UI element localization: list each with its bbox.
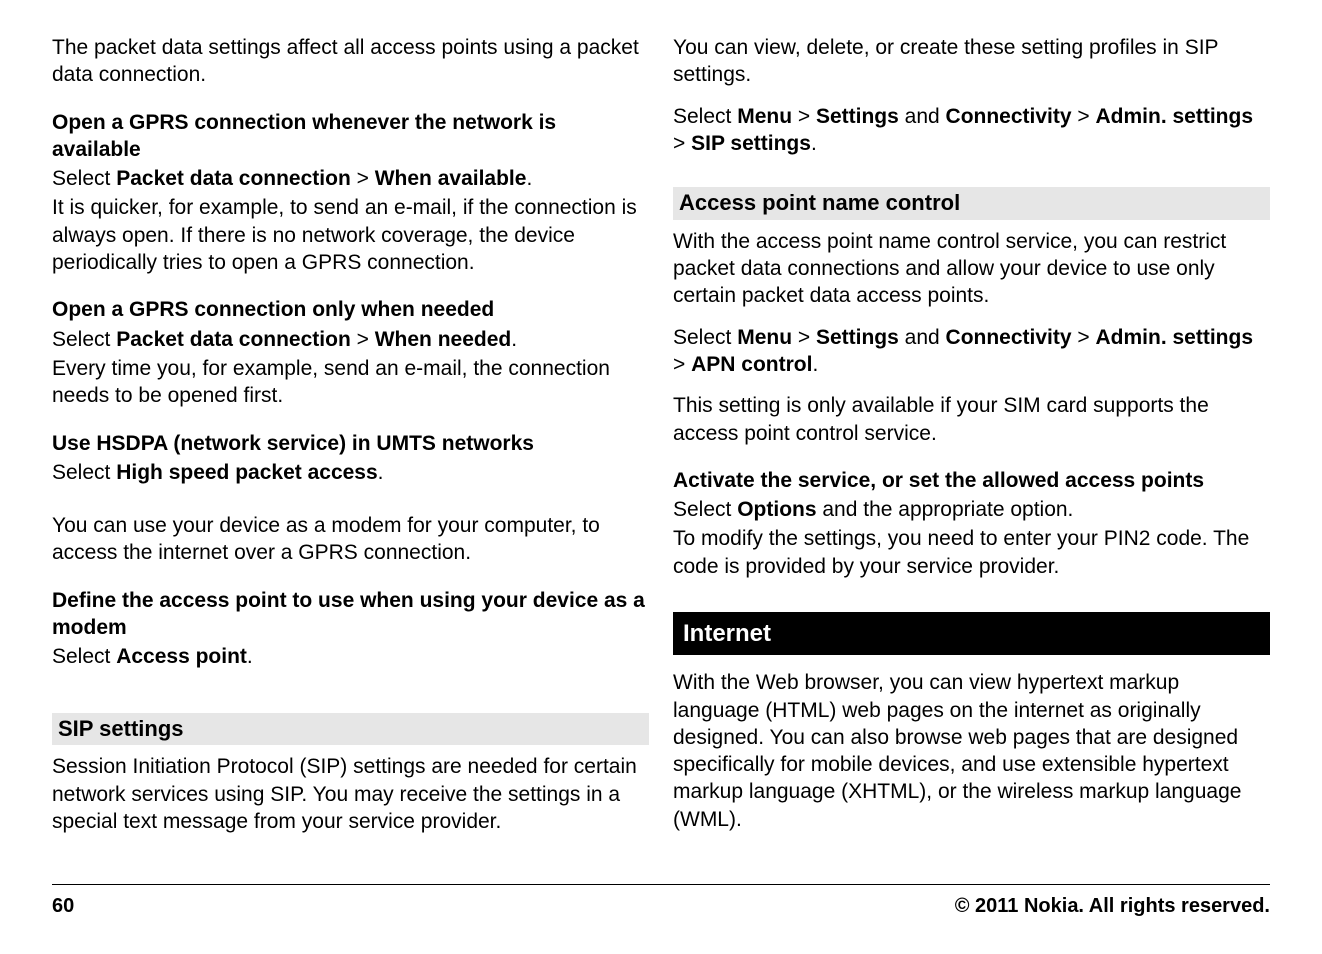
select-prefix: Select xyxy=(52,461,116,484)
section4-title: Define the access point to use when usin… xyxy=(52,587,649,642)
select-end: . xyxy=(511,328,517,351)
breadcrumb-sep: > xyxy=(1072,326,1096,349)
section3-title: Use HSDPA (network service) in UMTS netw… xyxy=(52,430,649,457)
section2-select: Select Packet data connection > When nee… xyxy=(52,326,649,353)
select-item: Packet data connection xyxy=(116,167,351,190)
select-end: . xyxy=(811,132,817,155)
select-prefix: Select xyxy=(52,645,116,668)
select-item: Menu xyxy=(737,105,792,128)
apn-section1-select: Select Options and the appropriate optio… xyxy=(673,496,1270,523)
internet-heading: Internet xyxy=(673,612,1270,655)
section1-title: Open a GPRS connection whenever the netw… xyxy=(52,109,649,164)
breadcrumb-sep: > xyxy=(792,326,816,349)
section2-body: Every time you, for example, send an e-m… xyxy=(52,355,649,410)
select-end: . xyxy=(812,353,818,376)
select-item: APN control xyxy=(691,353,812,376)
breadcrumb-sep: > xyxy=(792,105,816,128)
and-sep: and xyxy=(899,326,946,349)
select-item: Connectivity xyxy=(946,326,1072,349)
select-rest: and the appropriate option. xyxy=(817,498,1074,521)
select-item: Admin. settings xyxy=(1096,105,1254,128)
breadcrumb-sep: > xyxy=(1072,105,1096,128)
apn-body2: This setting is only available if your S… xyxy=(673,392,1270,447)
select-item: Options xyxy=(737,498,816,521)
select-item: Admin. settings xyxy=(1096,326,1254,349)
section1-select: Select Packet data connection > When ava… xyxy=(52,165,649,192)
breadcrumb-sep: > xyxy=(351,167,375,190)
apn-body3: To modify the settings, you need to ente… xyxy=(673,525,1270,580)
apn-select: Select Menu > Settings and Connectivity … xyxy=(673,324,1270,379)
select-prefix: Select xyxy=(52,328,116,351)
apn-heading: Access point name control xyxy=(673,187,1270,220)
breadcrumb-sep: > xyxy=(673,132,691,155)
page-content: The packet data settings affect all acce… xyxy=(0,0,1322,849)
section2-title: Open a GPRS connection only when needed xyxy=(52,296,649,323)
right-column: You can view, delete, or create these se… xyxy=(673,34,1270,849)
select-prefix: Select xyxy=(52,167,116,190)
select-end: . xyxy=(247,645,253,668)
modem-text: You can use your device as a modem for y… xyxy=(52,512,649,567)
left-column: The packet data settings affect all acce… xyxy=(52,34,649,849)
and-sep: and xyxy=(899,105,946,128)
sip-body: Session Initiation Protocol (SIP) settin… xyxy=(52,753,649,835)
select-end: . xyxy=(526,167,532,190)
breadcrumb-sep: > xyxy=(673,353,691,376)
select-item: When available xyxy=(375,167,527,190)
page-footer: 60 © 2011 Nokia. All rights reserved. xyxy=(52,884,1270,918)
select-prefix: Select xyxy=(673,498,737,521)
section4-select: Select Access point. xyxy=(52,643,649,670)
select-item: SIP settings xyxy=(691,132,811,155)
page-number: 60 xyxy=(52,895,74,918)
sip-top-text: You can view, delete, or create these se… xyxy=(673,34,1270,89)
sip-heading: SIP settings xyxy=(52,713,649,746)
breadcrumb-sep: > xyxy=(351,328,375,351)
section1-body: It is quicker, for example, to send an e… xyxy=(52,194,649,276)
select-prefix: Select xyxy=(673,105,737,128)
select-item: Settings xyxy=(816,105,899,128)
select-item: Packet data connection xyxy=(116,328,351,351)
select-end: . xyxy=(378,461,384,484)
sip-select: Select Menu > Settings and Connectivity … xyxy=(673,103,1270,158)
select-item: Settings xyxy=(816,326,899,349)
internet-body: With the Web browser, you can view hyper… xyxy=(673,669,1270,833)
select-prefix: Select xyxy=(673,326,737,349)
select-item: High speed packet access xyxy=(116,461,377,484)
apn-body1: With the access point name control servi… xyxy=(673,228,1270,310)
select-item: When needed xyxy=(375,328,512,351)
intro-text: The packet data settings affect all acce… xyxy=(52,34,649,89)
apn-section1-title: Activate the service, or set the allowed… xyxy=(673,467,1270,494)
select-item: Connectivity xyxy=(946,105,1072,128)
section3-select: Select High speed packet access. xyxy=(52,459,649,486)
select-item: Access point xyxy=(116,645,247,668)
select-item: Menu xyxy=(737,326,792,349)
copyright-text: © 2011 Nokia. All rights reserved. xyxy=(955,895,1270,918)
